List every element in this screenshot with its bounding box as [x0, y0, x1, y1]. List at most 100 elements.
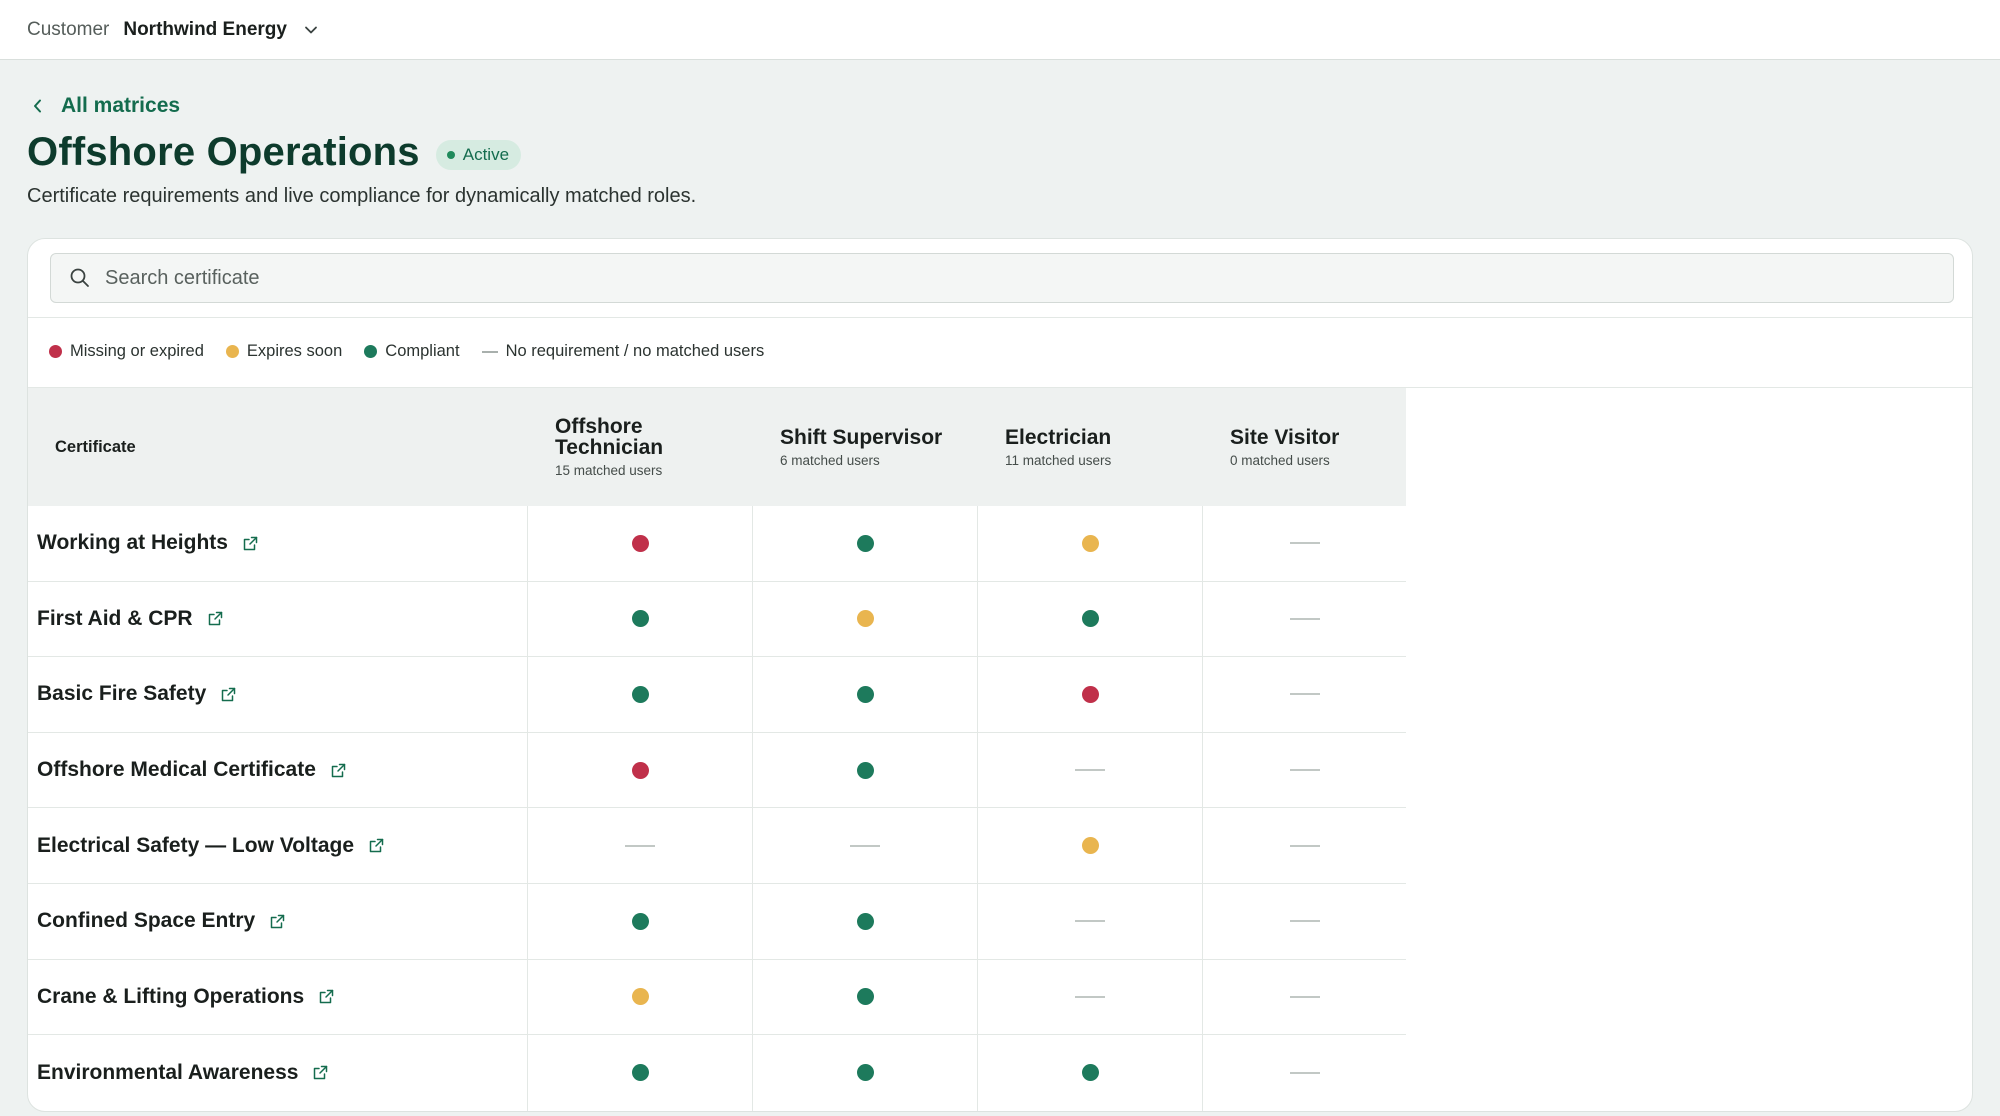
status-cell[interactable] [528, 959, 753, 1035]
external-link-icon[interactable] [312, 1064, 329, 1081]
status-no-requirement-icon [1289, 769, 1320, 772]
column-header-role[interactable]: Shift Supervisor 6 matched users [753, 388, 978, 506]
external-link-icon[interactable] [207, 610, 224, 627]
status-label: Active [462, 144, 510, 164]
status-cell[interactable] [1203, 1035, 1406, 1111]
status-cell[interactable] [978, 506, 1203, 581]
table-header: Certificate Offshore Technician 15 match… [28, 388, 1406, 506]
certificate-cell: Environmental Awareness [28, 1035, 528, 1111]
chevron-left-icon [34, 99, 41, 113]
status-missing-icon [631, 761, 649, 779]
status-cell[interactable] [753, 657, 978, 732]
column-header-role[interactable]: Electrician 11 matched users [978, 388, 1203, 506]
status-compliant-icon [631, 685, 649, 703]
status-no-requirement-icon [1289, 542, 1320, 545]
status-missing-icon [631, 534, 649, 552]
status-cell[interactable] [978, 883, 1203, 959]
external-link-icon[interactable] [318, 988, 335, 1005]
status-cell[interactable] [528, 657, 753, 732]
legend-item-none: No requirement / no matched users [481, 342, 765, 361]
external-link-icon[interactable] [269, 913, 286, 930]
status-no-requirement-icon [850, 844, 880, 847]
status-missing-icon [1081, 685, 1099, 703]
legend-label: No requirement / no matched users [505, 342, 765, 360]
certificate-link[interactable]: Basic Fire Safety [37, 682, 206, 706]
table-row: Crane & Lifting Operations [28, 959, 1406, 1036]
status-expires-soon-icon [631, 988, 649, 1006]
certificate-link[interactable]: First Aid & CPR [37, 607, 193, 631]
external-link-icon[interactable] [242, 535, 259, 552]
column-header-role[interactable]: Site Visitor 0 matched users [1203, 388, 1406, 506]
matrix-card: Missing or expired Expires soon Complian… [27, 238, 1973, 1112]
status-cell[interactable] [1203, 506, 1406, 581]
table-body: Working at Heights First Aid & CPR Basic F… [28, 506, 1406, 1111]
certificate-link[interactable]: Crane & Lifting Operations [37, 985, 304, 1009]
status-cell[interactable] [753, 883, 978, 959]
status-cell[interactable] [978, 808, 1203, 883]
status-cell[interactable] [1203, 884, 1406, 959]
status-cell[interactable] [978, 657, 1203, 732]
status-cell[interactable] [528, 1035, 753, 1111]
status-cell[interactable] [528, 581, 753, 657]
status-cell[interactable] [753, 959, 978, 1035]
certificate-link[interactable]: Environmental Awareness [37, 1061, 298, 1085]
search-box[interactable] [50, 253, 1954, 303]
status-cell[interactable] [1203, 733, 1406, 808]
status-cell[interactable] [753, 808, 978, 883]
status-compliant-icon [631, 610, 649, 628]
role-name: Shift Supervisor [780, 425, 943, 449]
status-compliant-icon [631, 912, 649, 930]
status-cell[interactable] [978, 732, 1203, 808]
soon-dot-icon [225, 345, 239, 358]
status-cell[interactable] [1203, 657, 1406, 732]
role-count: 0 matched users [1230, 452, 1330, 468]
external-link-icon[interactable] [220, 686, 237, 703]
chevron-down-icon[interactable] [301, 20, 321, 40]
status-expires-soon-icon [856, 610, 874, 628]
status-cell[interactable] [1203, 808, 1406, 883]
role-count: 6 matched users [780, 452, 880, 468]
external-link-icon[interactable] [330, 762, 347, 779]
column-header-certificate[interactable]: Certificate [28, 388, 528, 506]
status-no-requirement-icon [1289, 995, 1320, 998]
status-cell[interactable] [528, 506, 753, 581]
status-no-requirement-icon [1289, 1071, 1320, 1074]
status-no-requirement-icon [1289, 844, 1320, 847]
status-compliant-icon [856, 534, 874, 552]
external-link-icon[interactable] [368, 837, 385, 854]
back-link[interactable]: All matrices [29, 94, 180, 118]
page-title: Offshore Operations [27, 130, 420, 174]
status-cell[interactable] [753, 581, 978, 657]
top-bar: Customer Northwind Energy [0, 0, 2000, 60]
divider [28, 317, 1972, 318]
certificate-cell: Basic Fire Safety [28, 657, 528, 732]
certificate-link[interactable]: Offshore Medical Certificate [37, 758, 316, 782]
status-cell[interactable] [528, 883, 753, 959]
status-compliant-icon [856, 685, 874, 703]
legend-label: Expires soon [246, 342, 343, 360]
status-no-requirement-icon [1075, 920, 1105, 923]
status-cell[interactable] [753, 506, 978, 581]
search-input[interactable] [105, 266, 1953, 290]
certificate-link[interactable]: Confined Space Entry [37, 909, 255, 933]
status-dot-icon [446, 150, 455, 159]
status-cell[interactable] [978, 959, 1203, 1035]
table-row: Offshore Medical Certificate [28, 732, 1406, 809]
certificate-cell: Working at Heights [28, 506, 528, 581]
customer-selector[interactable]: Northwind Energy [123, 19, 287, 41]
status-cell[interactable] [1203, 582, 1406, 657]
status-cell[interactable] [978, 1035, 1203, 1111]
status-cell[interactable] [528, 732, 753, 808]
table-row: Confined Space Entry [28, 883, 1406, 960]
legend-item-missing: Missing or expired [49, 342, 204, 361]
status-cell[interactable] [978, 581, 1203, 657]
certificate-cell: Offshore Medical Certificate [28, 732, 528, 808]
status-cell[interactable] [528, 808, 753, 883]
column-header-role[interactable]: Offshore Technician 15 matched users [528, 388, 753, 506]
certificate-link[interactable]: Electrical Safety — Low Voltage [37, 834, 354, 858]
status-cell[interactable] [753, 1035, 978, 1111]
status-cell[interactable] [753, 732, 978, 808]
certificate-link[interactable]: Working at Heights [37, 531, 228, 555]
status-cell[interactable] [1203, 960, 1406, 1035]
status-compliant-icon [856, 1064, 874, 1082]
